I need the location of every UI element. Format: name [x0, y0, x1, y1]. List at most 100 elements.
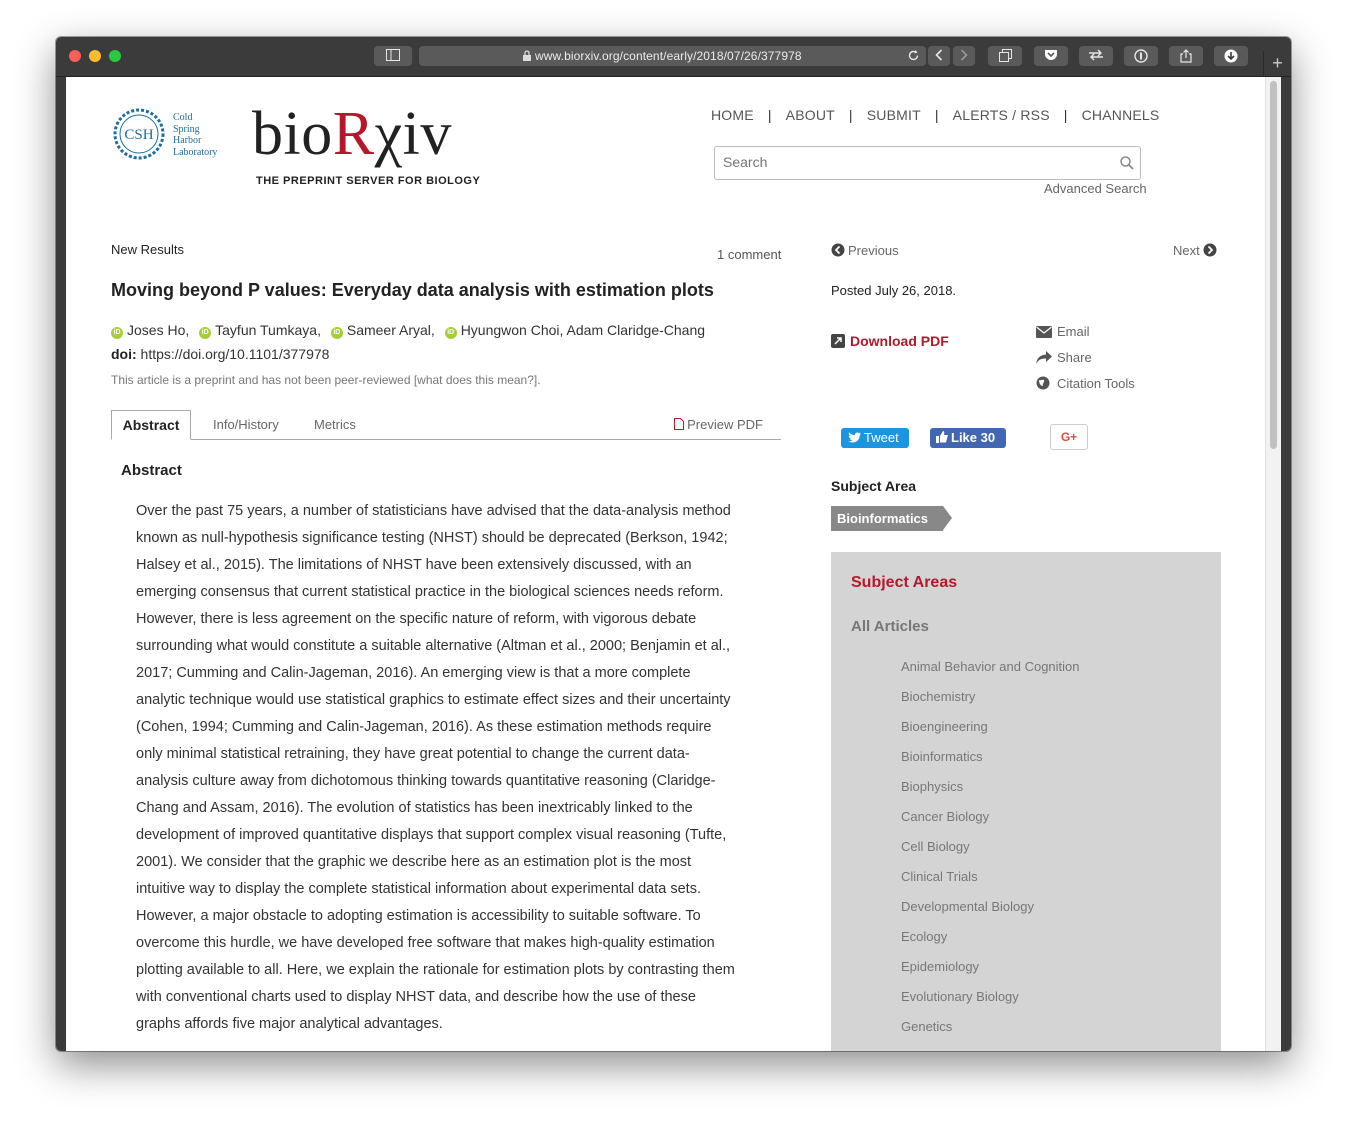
subject-item[interactable]: Bioengineering [901, 712, 1080, 742]
back-button[interactable] [928, 46, 950, 66]
subject-item[interactable]: Evolutionary Biology [901, 982, 1080, 1012]
password-manager-button[interactable] [1124, 46, 1158, 66]
doi-link[interactable]: https://doi.org/10.1101/377978 [141, 346, 330, 362]
reload-icon[interactable] [907, 49, 920, 62]
subject-item[interactable]: Biochemistry [901, 682, 1080, 712]
subject-item[interactable]: Genetics [901, 1012, 1080, 1042]
envelope-icon [1036, 326, 1052, 338]
share-link[interactable]: Share [1036, 350, 1092, 365]
window-frame-right [1281, 77, 1291, 1051]
top-nav: HOME | ABOUT | SUBMIT | ALERTS / RSS | CHANNELS [711, 107, 1159, 123]
pdf-file-icon [674, 418, 685, 430]
subject-item[interactable]: Cancer Biology [901, 802, 1080, 832]
nav-alerts-rss[interactable]: ALERTS / RSS [953, 107, 1050, 123]
onepassword-icon [1134, 49, 1148, 63]
abstract-line: intuitive way to display the complete st… [136, 881, 701, 897]
lock-icon [523, 50, 531, 61]
scrollbar-thumb[interactable] [1270, 81, 1277, 449]
doi-label: doi: [111, 346, 137, 362]
csh-line: Spring [173, 123, 200, 135]
author-link[interactable]: Sameer Aryal, [347, 322, 435, 338]
advanced-search-link[interactable]: Advanced Search [1044, 181, 1147, 196]
abstract-line: Halsey et al., 2015). The limitations of… [136, 557, 692, 573]
orcid-icon[interactable]: iD [444, 327, 457, 339]
author-link[interactable]: Tayfun Tumkaya, [215, 322, 321, 338]
address-bar[interactable]: www.biorxiv.org/content/early/2018/07/26… [419, 46, 926, 66]
subject-item[interactable]: Biophysics [901, 772, 1080, 802]
download-pdf-label: Download PDF [850, 333, 949, 349]
all-articles-link[interactable]: All Articles [851, 618, 929, 635]
nav-separator: | [1063, 107, 1068, 123]
csh-logo[interactable]: CSH [112, 107, 166, 161]
csh-name: Cold Spring Harbor Laboratory [173, 112, 217, 158]
orcid-icon[interactable]: iD [330, 327, 343, 339]
preprint-note: This article is a preprint and has not b… [111, 373, 541, 387]
address-url: www.biorxiv.org/content/early/2018/07/26… [535, 49, 802, 63]
swap-icon [1089, 49, 1103, 61]
subject-list: Animal Behavior and Cognition Biochemist… [901, 652, 1080, 1042]
orcid-icon[interactable]: iD [199, 327, 212, 339]
sidebar-toggle-button[interactable] [374, 46, 412, 66]
search-box [714, 146, 1141, 180]
share-button[interactable] [1169, 46, 1203, 66]
author-link[interactable]: Hyungwon Choi, Adam Claridge-Chang [461, 322, 705, 338]
nav-about[interactable]: ABOUT [786, 107, 835, 123]
tweet-button[interactable]: Tweet [841, 428, 909, 448]
browser-toolbar: www.biorxiv.org/content/early/2018/07/26… [56, 37, 1291, 77]
twitter-bird-icon [848, 432, 861, 443]
brand-pre: bio [252, 100, 333, 168]
close-window-button[interactable] [69, 50, 81, 62]
preview-pdf-link[interactable]: Preview PDF [674, 410, 763, 439]
downloads-button[interactable] [1214, 46, 1248, 66]
csh-line: Harbor [173, 135, 202, 146]
extension-button[interactable] [1079, 46, 1113, 66]
tab-metrics[interactable]: Metrics [314, 410, 356, 438]
subject-item[interactable]: Developmental Biology [901, 892, 1080, 922]
nav-home[interactable]: HOME [711, 107, 754, 123]
subject-item[interactable]: Ecology [901, 922, 1080, 952]
subject-item[interactable]: Cell Biology [901, 832, 1080, 862]
article-tabs: Abstract Info/History Metrics Preview PD… [111, 410, 781, 440]
abstract-line: analytic technique would use statistical… [136, 692, 731, 708]
doi-line: doi: https://doi.org/10.1101/377978 [111, 346, 329, 362]
tab-abstract[interactable]: Abstract [111, 410, 191, 440]
subject-item[interactable]: Clinical Trials [901, 862, 1080, 892]
facebook-like-button[interactable]: Like 30 [930, 428, 1006, 448]
nav-channels[interactable]: CHANNELS [1082, 107, 1160, 123]
subject-areas-title: Subject Areas [851, 574, 958, 591]
subject-item[interactable]: Bioinformatics [901, 742, 1080, 772]
pdf-download-icon [831, 334, 845, 348]
posted-date: Posted July 26, 2018. [831, 283, 957, 298]
abstract-line: graphs affords five major analytical adv… [136, 1016, 443, 1032]
abstract-line: development of improved quantitative dis… [136, 827, 727, 843]
minimize-window-button[interactable] [89, 50, 101, 62]
search-icon[interactable] [1120, 156, 1134, 170]
browser-window: www.biorxiv.org/content/early/2018/07/26… [56, 37, 1291, 1051]
subject-tag-bioinformatics[interactable]: Bioinformatics [831, 506, 943, 531]
csh-line: Cold [173, 112, 193, 123]
previous-link[interactable]: Previous [831, 243, 899, 258]
nav-submit[interactable]: SUBMIT [867, 107, 921, 123]
tabs-overview-button[interactable] [988, 46, 1022, 66]
vertical-scrollbar[interactable] [1265, 77, 1281, 1051]
biorxiv-logo[interactable]: bioRχiv [252, 99, 452, 170]
download-pdf-link[interactable]: Download PDF [831, 333, 949, 349]
next-link[interactable]: Next [1173, 243, 1217, 258]
tab-info-history[interactable]: Info/History [213, 410, 279, 438]
google-plus-button[interactable]: G+ [1050, 424, 1088, 450]
citation-tools-link[interactable]: Citation Tools [1036, 376, 1135, 391]
arrow-left-circle-icon [831, 243, 845, 257]
subject-tag-arrow [943, 506, 952, 530]
tabs-icon [998, 49, 1012, 62]
search-input[interactable] [721, 153, 1115, 171]
zoom-window-button[interactable] [109, 50, 121, 62]
new-tab-button[interactable]: + [1263, 51, 1291, 76]
pocket-button[interactable] [1034, 46, 1068, 66]
forward-button[interactable] [953, 46, 975, 66]
subject-item[interactable]: Epidemiology [901, 952, 1080, 982]
comments-link[interactable]: 1 comment [717, 247, 781, 262]
author-link[interactable]: Joses Ho, [127, 322, 189, 338]
email-link[interactable]: Email [1036, 324, 1090, 339]
orcid-icon[interactable]: iD [111, 327, 123, 339]
subject-item[interactable]: Animal Behavior and Cognition [901, 652, 1080, 682]
